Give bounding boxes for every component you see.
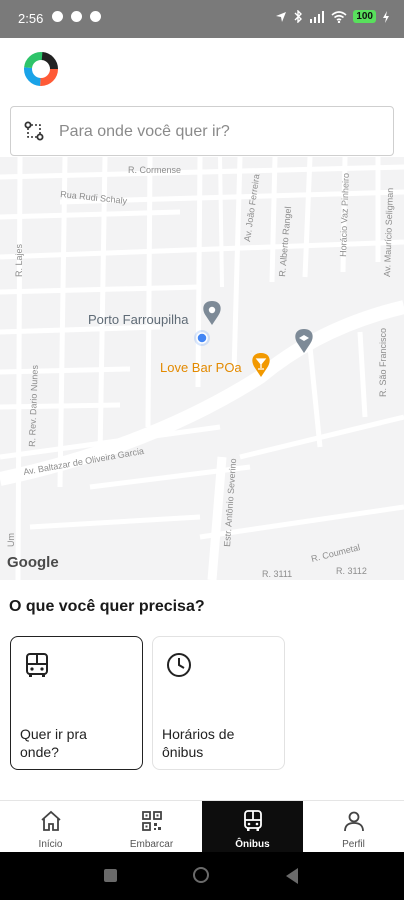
battery-icon: 100: [353, 10, 376, 23]
bottom-navigation: Início Embarcar Ônibus Perfil: [0, 800, 404, 853]
destination-search-input[interactable]: [57, 117, 381, 147]
where-to-go-label: Quer ir pra onde?: [20, 726, 87, 760]
street-label-r-alberto-rangel: R. Alberto Rangel: [277, 206, 293, 277]
home-icon: [41, 810, 61, 831]
charging-icon: [383, 10, 389, 23]
settings-notification-icon: [71, 11, 82, 22]
status-bar: 2:56 100: [0, 0, 404, 38]
section-title: O que você quer precisa?: [9, 598, 205, 615]
recent-apps-button[interactable]: [104, 869, 117, 882]
bus-icon: [244, 810, 262, 831]
app-notification-icon: [52, 11, 63, 22]
app-logo-icon: [24, 52, 58, 86]
map-view[interactable]: R. Cormense Rua Rudi Schaly Av. João Fer…: [0, 157, 404, 580]
nav-label-inicio: Início: [38, 839, 63, 850]
home-button[interactable]: [193, 867, 209, 883]
street-label-av-joao-ferreira: Av. João Ferreira: [242, 173, 261, 242]
notification-icons: [52, 11, 101, 22]
street-label-av-mauricio-seligman: Av. Maurício Seligman: [382, 188, 395, 278]
google-attribution: Google: [7, 554, 59, 571]
where-to-go-card[interactable]: Quer ir pra onde?: [10, 636, 143, 770]
street-label-r-3111: R. 3111: [262, 569, 292, 579]
nav-item-embarcar[interactable]: Embarcar: [101, 801, 202, 853]
nav-label-perfil: Perfil: [342, 839, 365, 850]
nav-label-embarcar: Embarcar: [129, 839, 174, 850]
qr-code-icon: [142, 811, 162, 831]
bus-icon: [26, 653, 48, 677]
street-label-r-3112: R. 3112: [336, 566, 367, 576]
nav-item-inicio[interactable]: Início: [0, 801, 101, 853]
route-icon: [24, 121, 44, 141]
place-pin-porto-farroupilha-icon[interactable]: [203, 301, 221, 325]
bluetooth-icon: [294, 10, 303, 23]
system-status-icons: 100: [275, 10, 390, 23]
user-location-dot: [196, 332, 208, 344]
system-navigation-bar: [0, 852, 404, 900]
street-label-r-coumetal: R. Coumetal: [310, 542, 361, 564]
back-button[interactable]: [286, 868, 298, 884]
signal-icon: [310, 10, 325, 23]
street-label-um: Um: [6, 533, 16, 547]
bus-schedules-card[interactable]: Horários de ônibus: [152, 636, 285, 770]
wifi-icon: [331, 10, 347, 23]
person-icon: [344, 811, 364, 832]
street-label-r-lajes: R. Lajes: [14, 243, 24, 277]
destination-search-box[interactable]: [10, 106, 394, 156]
map-canvas: R. Cormense Rua Rudi Schaly Av. João Fer…: [0, 157, 404, 580]
nav-item-onibus[interactable]: Ônibus: [202, 801, 303, 853]
bus-schedules-label: Horários de ônibus: [162, 726, 235, 760]
street-label-r-cormense: R. Cormense: [128, 165, 181, 175]
nav-item-perfil[interactable]: Perfil: [303, 801, 404, 853]
place-label-porto-farroupilha: Porto Farroupilha: [88, 312, 189, 327]
street-label-r-sao-francisco: R. São Francisco: [378, 328, 388, 397]
status-time: 2:56: [18, 11, 44, 26]
street-label-r-rev-dario-nunes: R. Rev. Dario Nunes: [27, 364, 40, 447]
app2-notification-icon: [90, 11, 101, 22]
clock-icon: [167, 653, 191, 677]
place-label-love-bar: Love Bar POa: [160, 360, 242, 375]
location-icon: [276, 11, 287, 22]
nav-label-onibus: Ônibus: [235, 839, 270, 850]
